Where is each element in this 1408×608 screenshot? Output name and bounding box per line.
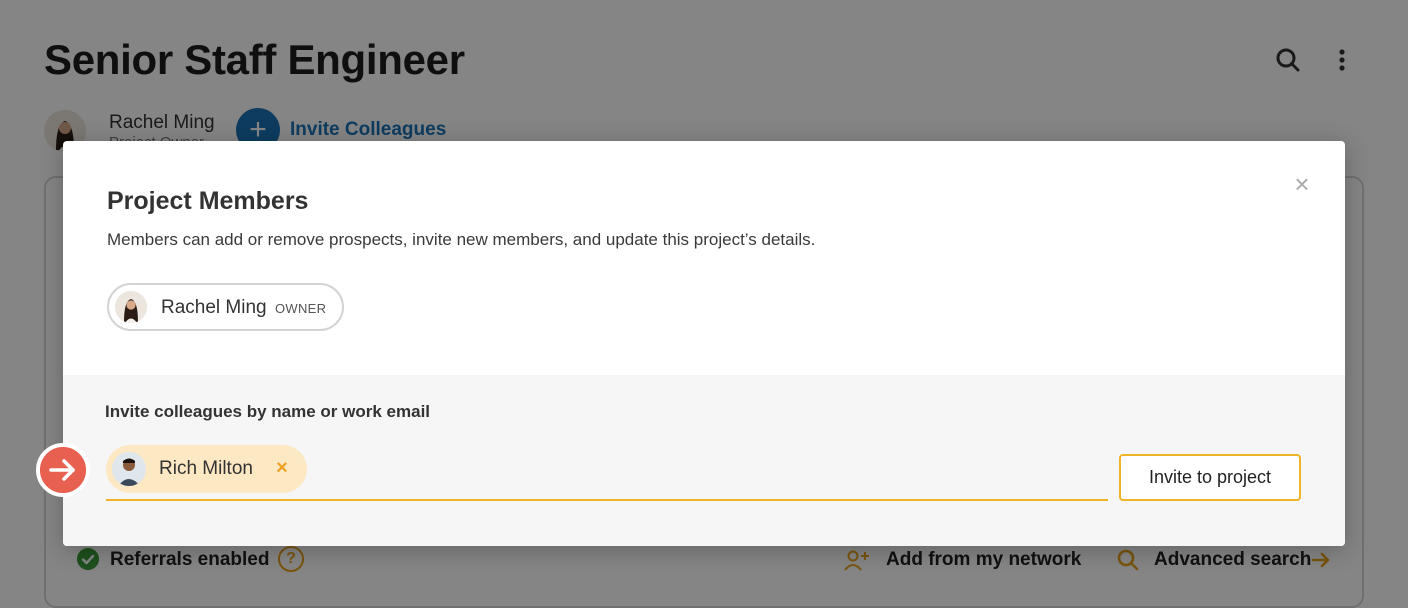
invite-field-label: Invite colleagues by name or work email: [105, 402, 431, 421]
invitee-chip[interactable]: Rich Milton ×: [106, 445, 307, 493]
avatar: [115, 291, 147, 323]
invite-to-project-button[interactable]: Invite to project: [1119, 454, 1301, 501]
close-icon[interactable]: ×: [1289, 171, 1315, 197]
member-chip: Rachel Ming OWNER: [107, 283, 344, 331]
member-name: Rachel Ming: [161, 297, 267, 318]
modal-title: Project Members: [107, 187, 309, 215]
modal-description: Members can add or remove prospects, inv…: [107, 230, 816, 249]
invitee-name: Rich Milton: [159, 458, 253, 479]
invite-section: Invite colleagues by name or work email …: [63, 375, 1345, 546]
project-members-modal: × Project Members Members can add or rem…: [63, 141, 1345, 546]
invite-input[interactable]: Rich Milton ×: [106, 443, 1108, 501]
avatar: [112, 452, 146, 486]
member-role-badge: OWNER: [275, 301, 327, 316]
remove-icon[interactable]: ×: [272, 457, 292, 479]
arrow-right-icon: [36, 443, 90, 497]
